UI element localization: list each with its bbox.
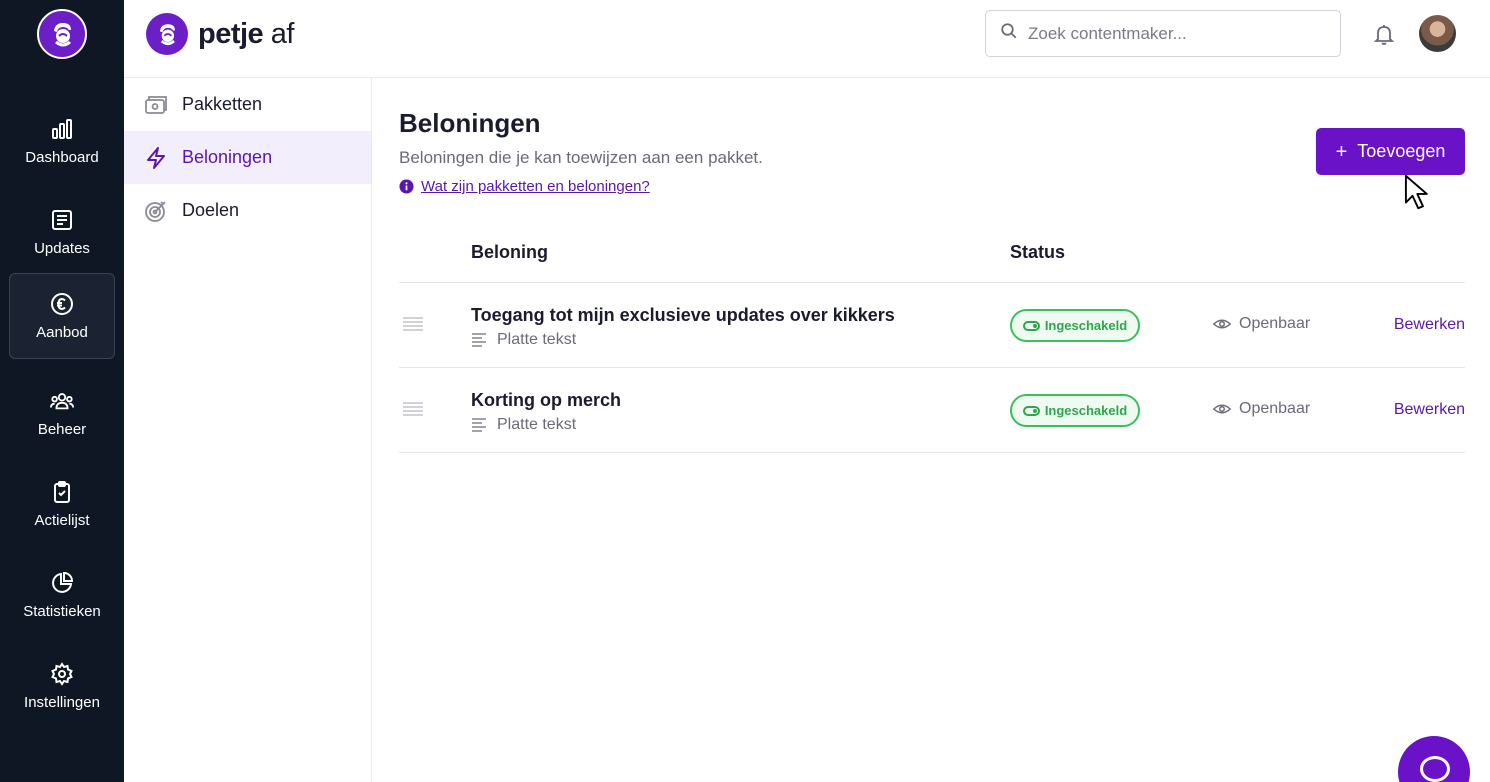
rail-item-label: Updates	[34, 239, 90, 257]
add-button-label: Toevoegen	[1357, 141, 1446, 161]
brand-name-bold: petje	[198, 17, 264, 50]
reward-type: Platte tekst	[471, 331, 576, 349]
user-avatar[interactable]	[1419, 15, 1456, 52]
gear-icon	[50, 661, 74, 686]
eye-icon	[1212, 400, 1232, 418]
visibility-label: Openbaar	[1239, 400, 1311, 417]
reward-type-label: Platte tekst	[497, 416, 577, 433]
help-link[interactable]: Wat zijn pakketten en beloningen?	[399, 178, 650, 195]
reward-title: Toegang tot mijn exclusieve updates over…	[471, 305, 895, 325]
rail-item-actielijst[interactable]: Actielijst	[9, 461, 115, 547]
bar-chart-icon	[50, 117, 74, 141]
subnav-item-pakketten[interactable]: Pakketten	[124, 78, 371, 131]
visibility-label: Openbaar	[1239, 315, 1311, 332]
toggle-on-icon	[1022, 320, 1040, 331]
drag-handle-icon[interactable]	[403, 402, 423, 416]
visibility-indicator: Openbaar	[1212, 400, 1311, 418]
rail-item-label: Statistieken	[23, 602, 101, 620]
page-title: Beloningen	[399, 108, 541, 138]
status-badge[interactable]: Ingeschakeld	[1010, 394, 1140, 427]
search-icon	[1000, 22, 1018, 45]
mouse-pointer-icon	[1392, 168, 1432, 214]
clipboard-check-icon	[50, 480, 74, 504]
users-icon	[50, 389, 74, 413]
brand[interactable]: petje af	[146, 13, 294, 55]
search-box[interactable]	[985, 10, 1341, 57]
eye-icon	[1212, 315, 1232, 333]
top-header: petje af	[124, 0, 1490, 78]
help-link-text: Wat zijn pakketten en beloningen?	[421, 178, 650, 195]
page-subtitle: Beloningen die je kan toewijzen aan een …	[399, 148, 763, 167]
brand-name-light: af	[270, 17, 295, 50]
rail-item-statistieken[interactable]: Statistieken	[9, 552, 115, 638]
reward-title: Korting op merch	[471, 390, 622, 410]
rail-item-updates[interactable]: Updates	[9, 189, 115, 275]
subnav-item-doelen[interactable]: Doelen	[124, 184, 371, 237]
main-content: Beloningen Beloningen die je kan toewijz…	[372, 78, 1490, 782]
reward-type: Platte tekst	[471, 416, 576, 434]
rail-item-label: Beheer	[37, 420, 87, 438]
column-header-reward: Beloning	[471, 242, 548, 262]
rail-item-aanbod[interactable]: Aanbod	[9, 273, 115, 359]
target-icon	[144, 199, 168, 223]
text-lines-icon	[471, 417, 487, 433]
status-badge[interactable]: Ingeschakeld	[1010, 309, 1140, 342]
notification-bell-icon[interactable]	[1372, 22, 1396, 46]
rail-item-label: Instellingen	[24, 693, 100, 711]
rail-item-beheer[interactable]: Beheer	[9, 370, 115, 456]
pie-chart-icon	[50, 571, 74, 595]
rail-item-label: Actielijst	[34, 511, 90, 529]
table-row: Korting op merch Platte tekst Ingeschake…	[399, 368, 1465, 453]
main-nav-rail: Dashboard Updates Aanbod Beheer Actielij…	[0, 0, 124, 782]
app-window: Dashboard Updates Aanbod Beheer Actielij…	[0, 0, 1490, 782]
toggle-on-icon	[1022, 405, 1040, 416]
edit-reward-link[interactable]: Bewerken	[1394, 401, 1465, 419]
edit-reward-link[interactable]: Bewerken	[1394, 316, 1465, 334]
subnav-item-label: Pakketten	[182, 94, 263, 114]
euro-icon	[50, 292, 74, 316]
brand-name: petje af	[198, 18, 294, 51]
subnav-item-beloningen[interactable]: Beloningen	[124, 131, 371, 184]
search-input[interactable]	[1028, 23, 1318, 44]
newspaper-icon	[50, 208, 74, 232]
rail-item-instellingen[interactable]: Instellingen	[9, 643, 115, 729]
brand-logo-icon[interactable]	[37, 9, 87, 59]
plus-icon: +	[1335, 140, 1348, 163]
status-badge-label: Ingeschakeld	[1044, 318, 1128, 333]
subnav-item-label: Doelen	[182, 200, 240, 220]
add-reward-button[interactable]: + Toevoegen	[1316, 128, 1465, 175]
sub-navigation: Pakketten Beloningen Doelen	[124, 78, 372, 782]
reward-type-label: Platte tekst	[497, 331, 577, 348]
subnav-item-label: Beloningen	[182, 147, 273, 167]
rail-item-label: Dashboard	[25, 148, 99, 166]
status-badge-label: Ingeschakeld	[1044, 403, 1128, 418]
drag-handle-icon[interactable]	[403, 317, 423, 331]
rail-item-dashboard[interactable]: Dashboard	[9, 98, 115, 184]
text-lines-icon	[471, 332, 487, 348]
rail-item-label: Aanbod	[36, 323, 88, 341]
table-row: Toegang tot mijn exclusieve updates over…	[399, 283, 1465, 368]
brand-mark-icon	[146, 13, 188, 55]
visibility-indicator: Openbaar	[1212, 315, 1311, 333]
lightning-icon	[144, 146, 168, 170]
chat-icon	[1420, 756, 1450, 782]
info-icon	[399, 179, 414, 194]
package-icon	[144, 93, 168, 117]
column-header-status: Status	[1010, 242, 1066, 262]
